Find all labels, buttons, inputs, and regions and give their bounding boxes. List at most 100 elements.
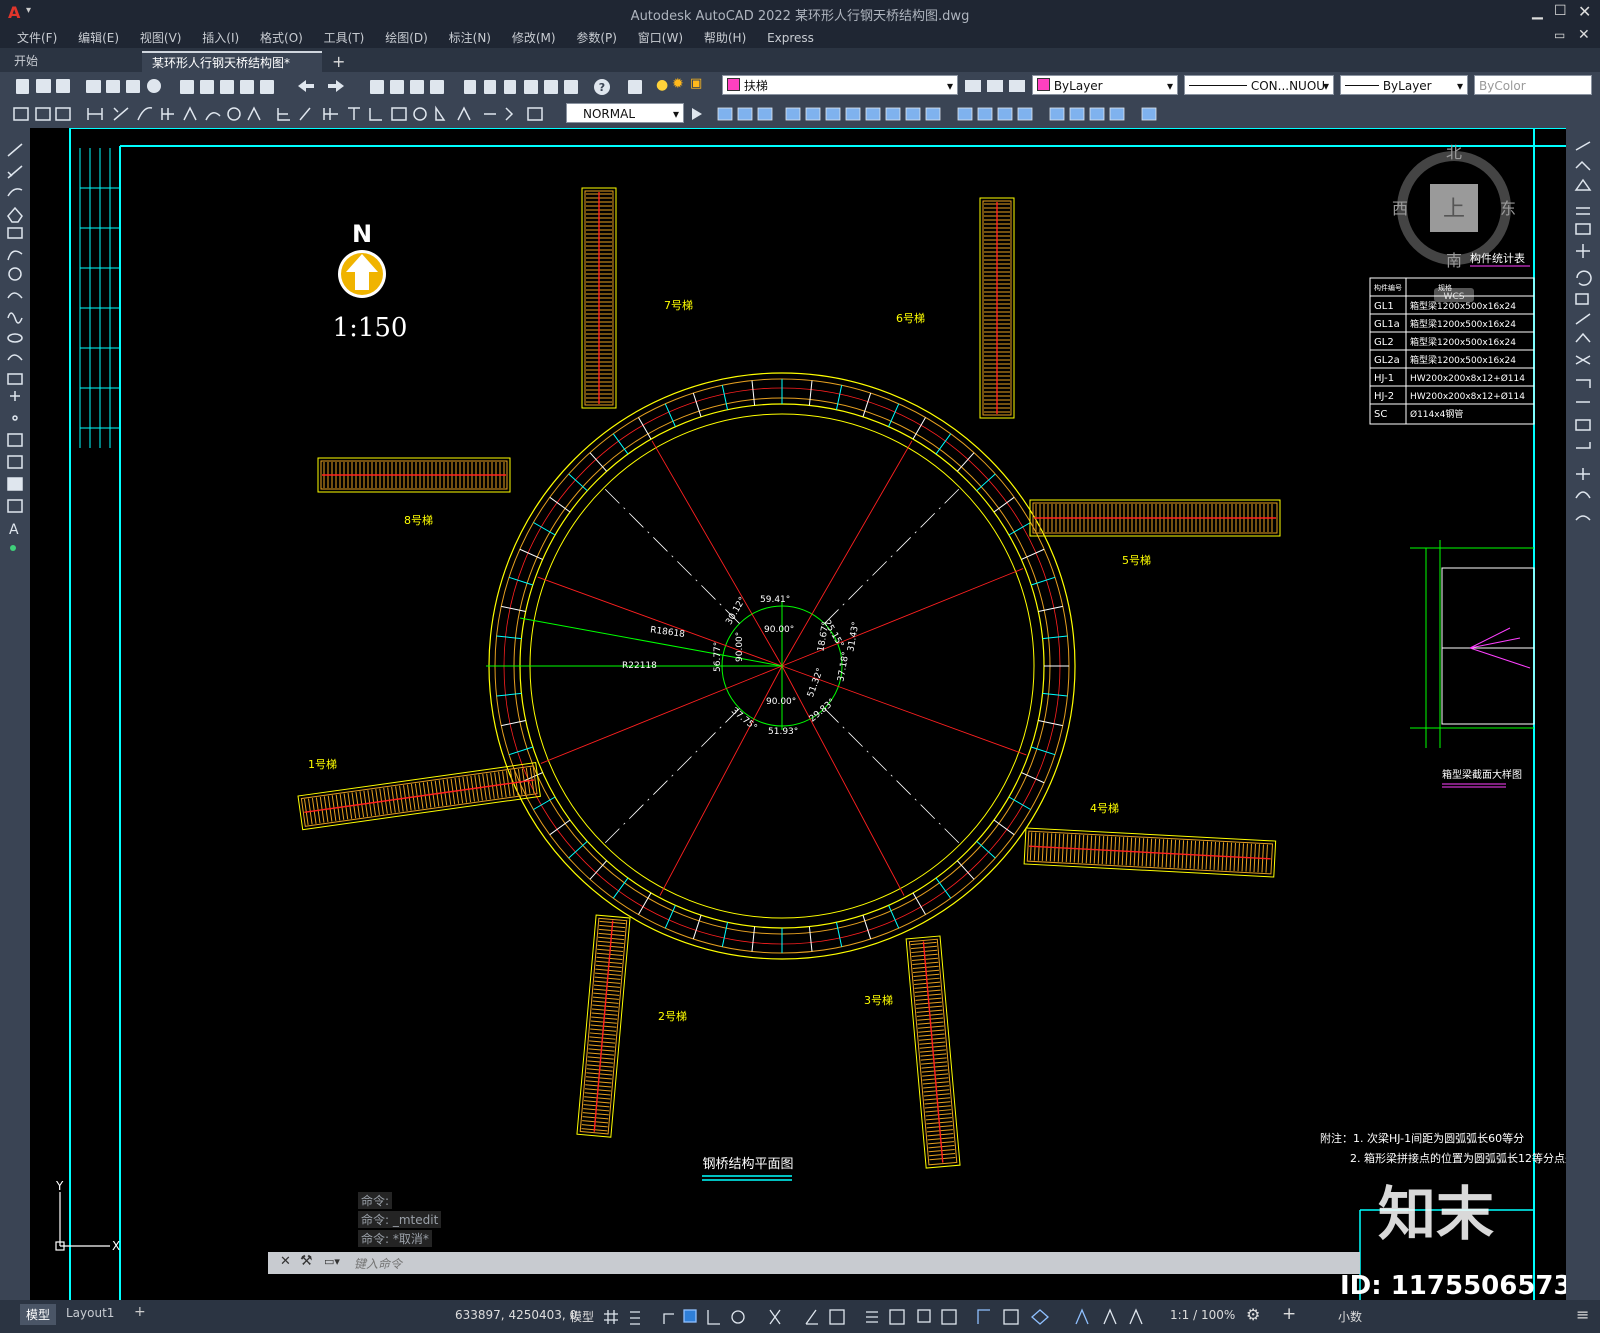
menu-format[interactable]: 格式(O) (260, 26, 303, 49)
ring-crossbeam (508, 746, 533, 756)
gear-icon[interactable]: ⚙ (1246, 1305, 1260, 1324)
plus-icon[interactable]: + (1282, 1304, 1296, 1324)
tab-start-label: 开始 (14, 54, 39, 68)
scale-label: 1:150 (333, 313, 408, 343)
standard-toolbar: ? ● ✹ ▣ 扶梯 ▾ ByLayer ▾ CON...NUOU ▾ ByLa… (0, 72, 1600, 101)
menu-edit[interactable]: 编辑(E) (78, 26, 119, 49)
layer-dropdown[interactable]: 扶梯 ▾ (722, 75, 958, 95)
command-close-icon[interactable]: ✕ (280, 1254, 291, 1269)
menu-dimension[interactable]: 标注(N) (449, 26, 491, 49)
layer-tools-icons[interactable] (960, 72, 1030, 100)
plotstyle-value: ByColor (1479, 79, 1526, 93)
ucs-icon: Y X (55, 1179, 120, 1253)
ring-crossbeam (751, 380, 756, 406)
tab-drawing[interactable]: 某环形人行钢天桥结构图* × (142, 51, 322, 91)
axis-line (824, 488, 960, 624)
minimize-button[interactable]: ▁ (1532, 4, 1543, 20)
ring-crossbeam (751, 926, 756, 952)
menu-express[interactable]: Express (767, 28, 814, 48)
viewcube-east[interactable]: 东 (1500, 199, 1516, 218)
chevron-down-icon: ▾ (1456, 79, 1463, 93)
model-space-canvas[interactable]: R18618 R22118 59.41° 90.00° 90.00° 90.00… (30, 128, 1566, 1300)
viewcube-south[interactable]: 南 (1446, 251, 1462, 270)
ring-crossbeam (501, 719, 526, 727)
lock-icon[interactable]: ▣ (690, 76, 702, 91)
viewcube-west[interactable]: 西 (1392, 199, 1408, 218)
lightbulb-icon[interactable]: ● (656, 77, 668, 93)
watermark: 知末 ID: 1175506573 (1340, 1180, 1566, 1300)
chevron-down-icon: ▾ (1166, 79, 1173, 93)
standard-toolbar-icons[interactable]: ? (8, 72, 648, 100)
menu-view[interactable]: 视图(V) (140, 26, 182, 49)
add-layout-button[interactable]: + (134, 1304, 146, 1320)
ring-crossbeam (612, 433, 629, 455)
modify-toolbar-icons[interactable] (688, 100, 1178, 128)
ring-crossbeam (589, 452, 608, 472)
svg-text:?: ? (599, 81, 605, 94)
ring-crossbeam (888, 403, 900, 427)
new-tab-button[interactable]: + (322, 51, 355, 72)
sun-icon[interactable]: ✹ (672, 76, 684, 92)
ring-crossbeam (976, 840, 996, 859)
viewcube-north[interactable]: 北 (1446, 143, 1462, 162)
menu-draw[interactable]: 绘图(D) (385, 26, 428, 49)
stairs-group (297, 187, 1281, 1169)
menu-help[interactable]: 帮助(H) (704, 26, 746, 49)
dim-a6: 30.12° (724, 595, 748, 626)
tab-start[interactable]: 开始 (4, 51, 144, 72)
ring-crossbeam (612, 877, 629, 899)
ring-crossbeam (862, 915, 872, 940)
modify-tools-icons[interactable] (1566, 128, 1600, 528)
stair-center (1029, 845, 1271, 860)
ring-crossbeam (1021, 772, 1045, 784)
tab-layout1[interactable]: Layout1 (66, 1306, 114, 1320)
ring-crossbeam (835, 922, 843, 947)
stair (297, 762, 541, 831)
table-cell: HJ-2 (1374, 391, 1394, 402)
ring-crossbeam (568, 473, 588, 492)
wcs-menu[interactable]: WCS (1444, 292, 1465, 302)
close-drawing-button[interactable]: ✕ (1578, 27, 1590, 43)
draw-tools-icons[interactable]: A (0, 128, 30, 568)
restore-drawing-button[interactable]: ▭ (1554, 28, 1565, 42)
viewcube-top[interactable]: 上 (1443, 197, 1465, 222)
units-display[interactable]: 小数 (1338, 1308, 1362, 1325)
command-input[interactable] (352, 1254, 1346, 1273)
color-dropdown[interactable]: ByLayer ▾ (1032, 75, 1178, 95)
menu-modify[interactable]: 修改(M) (512, 26, 556, 49)
tab-model[interactable]: 模型 (20, 1304, 57, 1325)
plan-title-text: 钢桥结构平面图 (702, 1157, 793, 1172)
annotation-scale[interactable]: 1:1 / 100% (1170, 1308, 1235, 1322)
dimension-toolbar-icons[interactable] (8, 100, 568, 128)
menu-tools[interactable]: 工具(T) (324, 26, 365, 49)
plotstyle-dropdown[interactable]: ByColor (1474, 75, 1592, 95)
ring-crossbeam (935, 433, 952, 455)
table-title: 构件统计表 (1470, 251, 1525, 265)
lineweight-dropdown[interactable]: ByLayer ▾ (1340, 75, 1468, 95)
maximize-button[interactable]: ☐ (1554, 3, 1567, 19)
ring-crossbeam (496, 692, 522, 697)
menu-insert[interactable]: 插入(I) (202, 26, 239, 49)
ring-crossbeam (835, 385, 843, 410)
stair (317, 457, 511, 493)
linetype-dropdown[interactable]: CON...NUOU ▾ (1184, 75, 1334, 95)
north-arrow: N 1:150 (333, 220, 408, 343)
dim-a13: 31.43° (846, 621, 861, 653)
wrench-icon[interactable]: ⚒ (300, 1253, 313, 1269)
menu-parametric[interactable]: 参数(P) (576, 26, 617, 49)
menu-window[interactable]: 窗口(W) (638, 26, 683, 49)
command-prompt-icon[interactable]: ▭▾ (324, 1255, 340, 1268)
textstyle-dropdown[interactable]: NORMAL ▾ (566, 103, 684, 123)
svg-text:X: X (112, 1239, 120, 1253)
axis-line (824, 708, 960, 844)
customization-menu-icon[interactable]: ≡ (1576, 1305, 1589, 1324)
radial-line (781, 665, 905, 896)
ring-crossbeam (862, 392, 872, 417)
menu-file[interactable]: 文件(F) (17, 26, 57, 49)
ring-crossbeam (993, 819, 1015, 836)
model-space-button[interactable]: 模型 (570, 1308, 594, 1325)
note-2: 2. 箱形梁拼接点的位置为圆弧弧长12等分点处。 (1350, 1151, 1566, 1165)
stair-label-3: 3号梯 (864, 994, 893, 1007)
status-toggle-icons[interactable] (600, 1300, 1160, 1333)
close-button[interactable]: ✕ (1578, 2, 1591, 21)
